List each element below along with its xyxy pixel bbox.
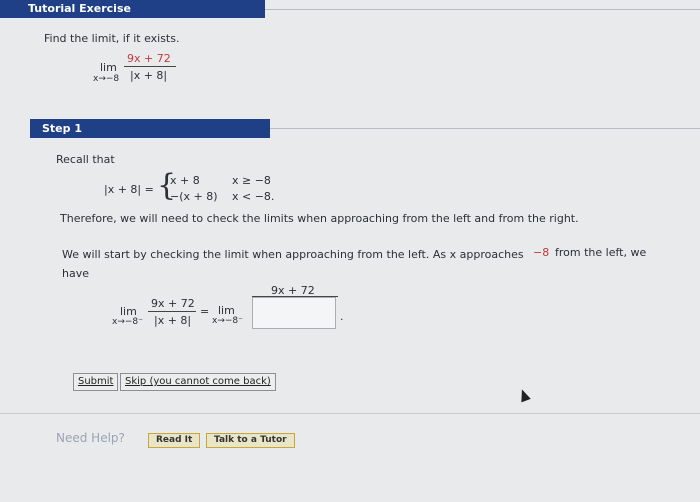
section-divider — [0, 413, 700, 414]
problem-denominator: |x + 8| — [130, 69, 168, 82]
problem-fraction-bar — [124, 66, 176, 67]
abs-lhs: |x + 8| = — [104, 183, 154, 196]
submit-button[interactable]: Submit — [73, 373, 119, 391]
left-denominator: |x + 8| — [154, 314, 192, 327]
start-text-have: have — [62, 267, 89, 280]
problem-prompt: Find the limit, if it exists. — [44, 32, 180, 45]
equals-sign: = — [200, 305, 210, 318]
problem-lim: lim — [100, 61, 117, 74]
need-help-label: Need Help? — [56, 431, 125, 445]
left-numerator: 9x + 72 — [151, 297, 195, 310]
right-lim-sub: x→−8⁻ — [212, 316, 243, 326]
start-text-a: We will start by checking the limit when… — [62, 248, 524, 261]
problem-numerator: 9x + 72 — [127, 52, 171, 65]
case1-cond: x ≥ −8 — [232, 174, 271, 187]
case2-cond: x < −8. — [232, 190, 275, 203]
left-lim-sub: x→−8⁻ — [112, 317, 143, 327]
talk-to-tutor-button[interactable]: Talk to a Tutor — [206, 433, 295, 448]
step-divider — [270, 128, 700, 129]
case1-expr: x + 8 — [170, 174, 200, 187]
therefore-text: Therefore, we will need to check the lim… — [60, 212, 579, 225]
tutorial-header: Tutorial Exercise — [0, 0, 265, 18]
step-header: Step 1 — [30, 119, 270, 138]
answer-period: . — [340, 310, 344, 323]
read-it-button[interactable]: Read It — [148, 433, 201, 448]
approach-value: −8 — [533, 246, 550, 259]
answer-input[interactable] — [252, 297, 336, 329]
left-fraction-bar — [148, 311, 196, 312]
case2-expr: −(x + 8) — [170, 190, 218, 203]
mouse-cursor — [517, 387, 531, 403]
problem-lim-sub: x→−8 — [93, 74, 120, 84]
skip-button[interactable]: Skip (you cannot come back) — [120, 373, 276, 391]
header-divider — [265, 9, 700, 10]
start-text-b: from the left, we — [555, 246, 647, 259]
recall-text: Recall that — [56, 153, 115, 166]
